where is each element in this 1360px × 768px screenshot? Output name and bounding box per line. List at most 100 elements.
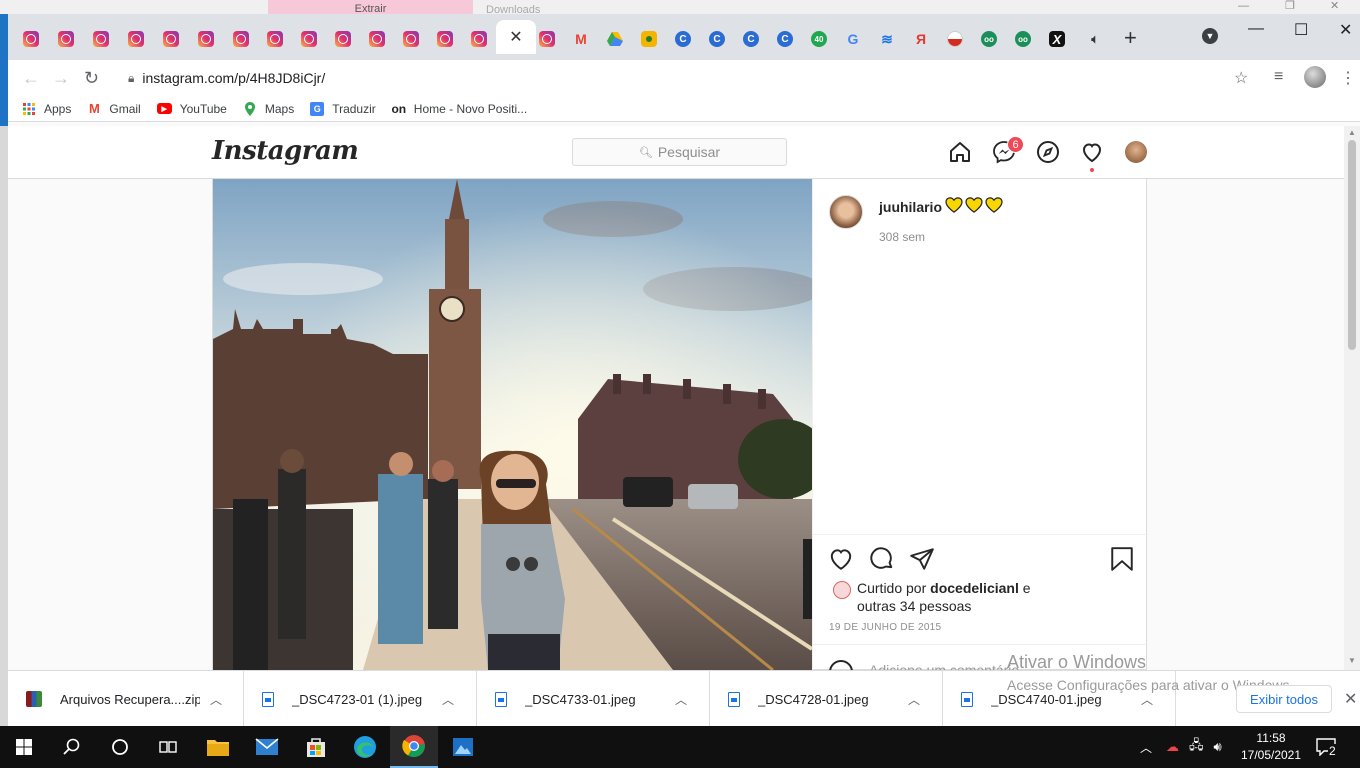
share-paper-plane-icon[interactable] [909,546,935,572]
start-windows-icon[interactable] [0,726,48,768]
liked-user-link[interactable]: docedelicianl [930,580,1019,596]
tab-search-dropdown-icon[interactable]: ▼ [1202,28,1218,44]
taskbar-search-icon[interactable] [48,726,96,768]
activity-heart-icon[interactable] [1079,139,1105,165]
tab-tripadvisor-1[interactable]: oo [972,28,1006,50]
download-item[interactable]: _DSC4740-01.jpeg ︿ [943,671,1176,727]
comment-bubble-icon[interactable] [869,546,895,572]
mail-envelope-icon[interactable] [243,726,291,768]
new-tab-plus-icon[interactable]: + [1124,25,1137,51]
profile-avatar[interactable] [1125,141,1147,163]
chevron-up-icon[interactable]: ︿ [1141,691,1153,708]
volume-speaker-icon[interactable]: 🔊︎ [1214,739,1222,755]
chevron-up-icon[interactable]: ︿ [675,691,687,708]
show-hidden-icons-chevron-icon[interactable]: ︿ [1140,739,1152,756]
download-item[interactable]: _DSC4723-01 (1).jpeg ︿ [244,671,477,727]
cortana-circle-icon[interactable] [96,726,144,768]
edge-browser-icon[interactable] [341,726,389,768]
author-avatar[interactable] [829,195,863,229]
tab-tripadvisor-2[interactable]: oo [1006,28,1040,50]
scroll-down-icon[interactable]: ▼ [1348,656,1356,665]
post-photo[interactable] [213,179,812,670]
tab-google[interactable]: G [836,28,870,50]
tab-gmail[interactable]: M [564,28,598,50]
tab-instagram-5[interactable] [154,28,188,50]
window-maximize-icon[interactable]: ☐ [1294,20,1308,40]
tab-c-4[interactable]: C [768,28,802,50]
tab-instagram-4[interactable] [119,28,153,50]
emoji-smile-icon[interactable] [829,660,853,670]
bookmark-traduzir[interactable]: G Traduzir [310,101,376,116]
search-input[interactable]: 🔍︎ Pesquisar [572,138,787,166]
photos-app-icon[interactable] [439,726,487,768]
tab-instagram-6[interactable] [189,28,223,50]
tab-instagram-9[interactable] [292,28,326,50]
tab-green-40[interactable]: 40 [802,28,836,50]
download-item[interactable]: _DSC4728-01.jpeg ︿ [710,671,943,727]
tab-yandex[interactable]: Я [904,28,938,50]
tab-instagram-12[interactable] [394,28,428,50]
scroll-up-icon[interactable]: ▲ [1348,128,1356,137]
bookmark-home-positivo[interactable]: on Home - Novo Positi... [391,102,527,116]
file-explorer-folder-icon[interactable] [194,726,242,768]
forward-arrow-icon[interactable]: → [52,68,70,89]
home-icon[interactable] [947,139,973,165]
tab-instagram-8[interactable] [258,28,292,50]
instagram-logo[interactable]: Instagram [212,136,359,166]
store-bag-icon[interactable] [292,726,340,768]
tab-c-2[interactable]: C [700,28,734,50]
bookmark-apps[interactable]: Apps [22,102,71,116]
tab-layers[interactable]: ≋ [870,28,904,50]
tab-instagram-10[interactable] [326,28,360,50]
tab-x[interactable]: X [1040,28,1074,50]
tab-audio[interactable]: 🔈︎ [1078,28,1112,50]
tab-instagram-2[interactable] [49,28,83,50]
bookmark-star-icon[interactable]: ☆ [1234,68,1248,88]
back-arrow-icon[interactable]: ← [22,68,40,89]
save-bookmark-icon[interactable] [1109,546,1135,572]
reload-icon[interactable]: ↻ [84,68,99,89]
tab-instagram-7[interactable] [224,28,258,50]
show-all-downloads-button[interactable]: Exibir todos [1236,685,1332,713]
tab-close-icon[interactable]: ✕ [509,27,522,47]
liked-by-avatar[interactable] [833,581,851,599]
liked-others-link[interactable]: outras 34 pessoas [857,598,971,614]
profile-avatar[interactable] [1304,66,1326,88]
tab-flag[interactable] [938,28,972,50]
close-downloads-icon[interactable]: ✕ [1344,689,1357,709]
window-minimize-icon[interactable]: — [1248,20,1264,38]
chevron-up-icon[interactable]: ︿ [442,691,454,708]
taskbar-clock[interactable]: 11:58 17/05/2021 [1240,730,1302,764]
download-item[interactable]: _DSC4733-01.jpeg ︿ [477,671,710,727]
bookmark-gmail[interactable]: M Gmail [87,101,141,116]
address-url[interactable]: instagram.com/p/4H8JD8iCjr/ [142,70,325,86]
reading-list-icon[interactable]: ≡ [1274,68,1283,86]
tab-instagram-13[interactable] [428,28,462,50]
window-close-icon[interactable]: ✕ [1339,20,1352,40]
notification-center-icon[interactable]: 2 [1316,736,1346,758]
tab-classroom[interactable] [632,28,666,50]
tab-c-1[interactable]: C [666,28,700,50]
tab-instagram-3[interactable] [84,28,118,50]
explore-compass-icon[interactable] [1035,139,1061,165]
chevron-up-icon[interactable]: ︿ [210,691,222,708]
bookmark-youtube[interactable]: ▶ YouTube [156,102,227,116]
onedrive-error-icon[interactable]: ☁︎ [1166,739,1179,755]
chevron-up-icon[interactable]: ︿ [908,691,920,708]
tab-instagram-1[interactable] [14,28,48,50]
tab-instagram-15[interactable] [530,28,564,50]
network-icon[interactable]: 🖧︎ [1189,736,1204,758]
comment-input[interactable]: Adicione um comentário... [869,662,1031,670]
bookmark-maps[interactable]: Maps [243,101,294,116]
author-username[interactable]: juuhilario [879,199,942,215]
menu-kebab-icon[interactable]: ⋮ [1340,68,1356,88]
tab-instagram-11[interactable] [360,28,394,50]
address-bar[interactable]: 🔒︎ instagram.com/p/4H8JD8iCjr/ [118,64,1268,92]
download-item[interactable]: Arquivos Recupera....zip ︿ [8,671,244,727]
scroll-thumb[interactable] [1348,140,1356,350]
page-scrollbar[interactable]: ▲ ▼ [1344,126,1360,670]
tab-c-3[interactable]: C [734,28,768,50]
chrome-browser-icon[interactable] [390,726,438,768]
tab-instagram-14[interactable] [462,28,496,50]
task-view-icon[interactable] [144,726,192,768]
